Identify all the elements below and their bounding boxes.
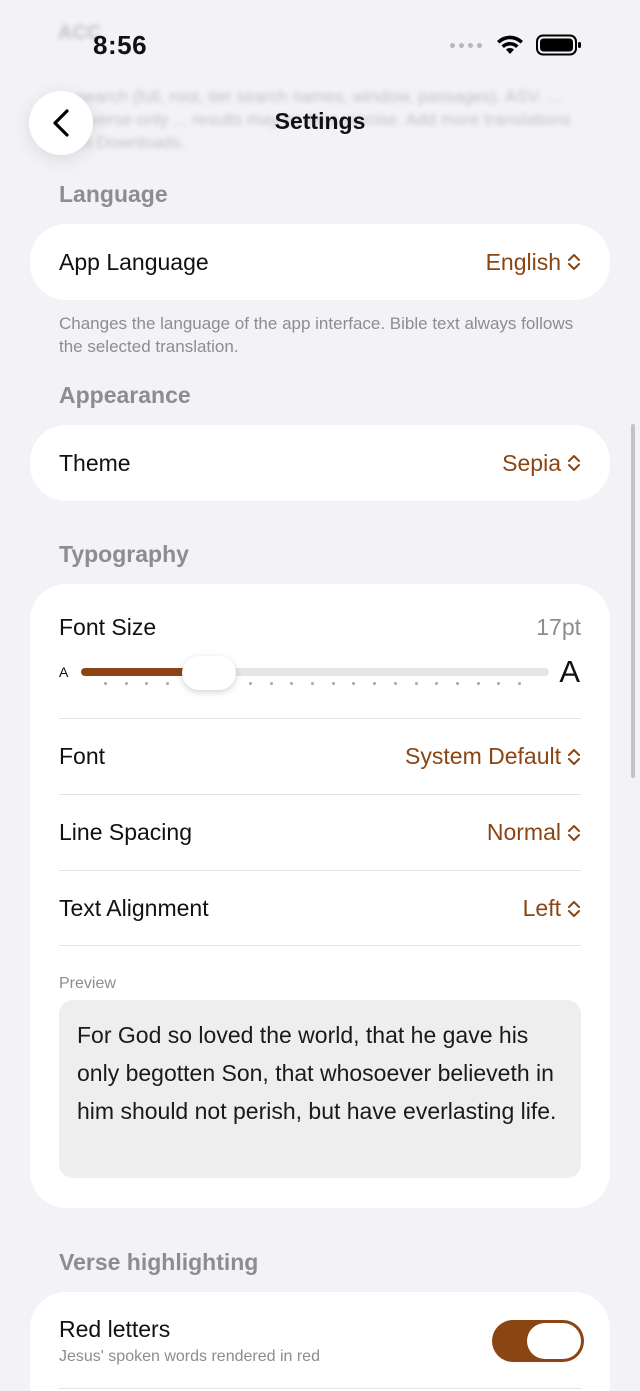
verse-highlighting-card: Red letters Jesus' spoken words rendered… [30, 1292, 610, 1391]
slider-max-label: A [559, 654, 580, 689]
app-language-row[interactable]: App Language English [59, 224, 581, 300]
section-header-language: Language [59, 181, 168, 207]
preview-label: Preview [59, 975, 116, 992]
slider-tick [518, 682, 521, 685]
font-size-value: 17pt [536, 613, 581, 640]
slider-tick [311, 682, 314, 685]
status-bar: 8:56 [0, 0, 640, 92]
slider-tick [394, 682, 397, 685]
slider-tick [497, 682, 500, 685]
line-spacing-picker[interactable]: Normal [487, 819, 581, 846]
font-size-row: Font Size 17pt [59, 610, 581, 644]
text-alignment-picker[interactable]: Left [523, 895, 581, 922]
slider-min-label: A [59, 664, 69, 680]
slider-tick [249, 682, 252, 685]
slider-tick [145, 682, 148, 685]
section-header-verse-highlighting: Verse highlighting [59, 1249, 259, 1275]
chevron-up-down-icon [568, 455, 580, 471]
line-spacing-label: Line Spacing [59, 819, 192, 845]
app-language-picker[interactable]: English [486, 249, 581, 276]
page-title: Settings [274, 108, 366, 134]
divider [59, 945, 581, 946]
red-letters-toggle[interactable] [492, 1320, 584, 1362]
font-row[interactable]: Font System Default [59, 719, 581, 794]
preview-text: For God so loved the world, that he gave… [59, 1000, 581, 1178]
battery-icon [536, 34, 581, 56]
slider-thumb[interactable] [182, 656, 236, 690]
red-letters-label: Red letters [59, 1316, 171, 1342]
app-language-footnote: Changes the language of the app interfac… [59, 314, 574, 356]
text-alignment-row[interactable]: Text Alignment Left [59, 871, 581, 946]
appearance-card: Theme Sepia [30, 425, 610, 501]
cellular-signal-icon [450, 42, 482, 48]
chevron-up-down-icon [568, 824, 580, 841]
chevron-up-down-icon [568, 254, 580, 270]
text-alignment-label: Text Alignment [59, 895, 209, 921]
slider-ticks [104, 682, 524, 688]
theme-picker[interactable]: Sepia [502, 450, 581, 477]
chevron-up-down-icon [568, 748, 580, 765]
toggle-knob [527, 1323, 581, 1359]
section-header-typography: Typography [59, 541, 189, 567]
font-picker[interactable]: System Default [405, 743, 581, 770]
font-size-slider[interactable] [81, 668, 549, 676]
slider-tick [125, 682, 128, 685]
slider-tick [435, 682, 438, 685]
line-spacing-row[interactable]: Line Spacing Normal [59, 795, 581, 870]
slider-tick [415, 682, 418, 685]
red-letters-subtitle: Jesus' spoken words rendered in red [59, 1348, 320, 1365]
font-size-label: Font Size [59, 613, 157, 640]
app-language-label: App Language [59, 248, 209, 275]
language-card: App Language English [30, 224, 610, 300]
theme-row[interactable]: Theme Sepia [59, 425, 581, 501]
slider-tick [332, 682, 335, 685]
divider [59, 1388, 581, 1389]
typography-card: Font Size 17pt A A Font System Default L… [30, 584, 610, 1208]
font-label: Font [59, 743, 106, 769]
slider-tick [477, 682, 480, 685]
slider-tick [352, 682, 355, 685]
slider-tick [456, 682, 459, 685]
theme-label: Theme [59, 449, 131, 476]
slider-tick [270, 682, 273, 685]
wifi-icon [497, 35, 523, 54]
slider-tick [373, 682, 376, 685]
slider-tick [290, 682, 293, 685]
scroll-indicator[interactable] [631, 424, 635, 778]
status-icons [450, 34, 582, 56]
chevron-up-down-icon [568, 900, 580, 917]
status-time: 8:56 [93, 30, 148, 60]
slider-tick [104, 682, 107, 685]
section-header-appearance: Appearance [59, 382, 191, 408]
slider-tick [166, 682, 169, 685]
